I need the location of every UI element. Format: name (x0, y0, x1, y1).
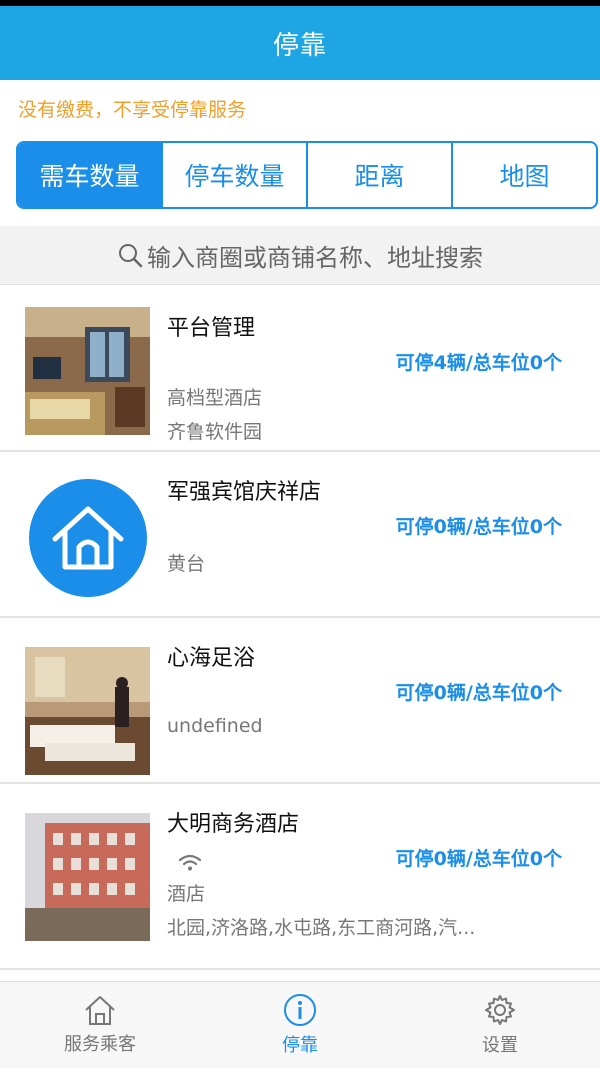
tab-distance[interactable]: 距离 (308, 143, 453, 207)
store-address: 齐鲁软件园 (167, 421, 263, 443)
spa-room-thumbnail (25, 647, 150, 775)
nav-service-passengers[interactable]: 服务乘客 (0, 982, 200, 1068)
hotel-room-thumbnail (25, 307, 150, 435)
nav-label: 停靠 (282, 1035, 318, 1056)
availability-text: 可停0辆/总车位0个 (395, 848, 562, 870)
nav-label: 服务乘客 (64, 1034, 136, 1055)
store-name: 平台管理 (167, 316, 256, 341)
home-icon (28, 479, 147, 597)
search-icon (119, 244, 143, 268)
availability-text: 可停0辆/总车位0个 (395, 682, 562, 704)
availability-text: 可停4辆/总车位0个 (395, 352, 562, 374)
list-item[interactable]: 心海足浴 可停0辆/总车位0个 undefined (0, 618, 600, 784)
payment-notice: 没有缴费，不享受停靠服务 (18, 99, 247, 121)
store-name: 军强宾馆庆祥店 (167, 480, 322, 505)
store-category: 酒店 (167, 883, 206, 905)
app-header: 停靠 (0, 6, 600, 80)
store-name: 大明商务酒店 (167, 812, 300, 837)
gear-icon (485, 995, 515, 1025)
hotel-building-thumbnail (25, 813, 150, 941)
tab-map[interactable]: 地图 (453, 143, 596, 207)
nav-dock[interactable]: 停靠 (200, 982, 400, 1068)
list-item[interactable]: 大明商务酒店 可停0辆/总车位0个 酒店 北园,济洛路,水屯路,东工商河路,汽.… (0, 784, 600, 970)
nav-settings[interactable]: 设置 (400, 982, 600, 1068)
store-name: 心海足浴 (167, 646, 256, 671)
list-item[interactable]: 平台管理 可停4辆/总车位0个 高档型酒店 齐鲁软件园 (0, 286, 600, 452)
nav-label: 设置 (482, 1035, 518, 1056)
availability-text: 可停0辆/总车位0个 (395, 516, 562, 538)
bottom-nav: 服务乘客 停靠 设置 (0, 981, 600, 1068)
store-address: undefined (167, 715, 263, 737)
sort-tabs: 需车数量 停车数量 距离 地图 (16, 141, 598, 209)
home-outline-icon (85, 996, 115, 1025)
store-address: 北园,济洛路,水屯路,东工商河路,汽... (167, 917, 476, 939)
info-icon (284, 994, 316, 1026)
store-category: 高档型酒店 (167, 387, 263, 409)
tab-demand-count[interactable]: 需车数量 (18, 143, 163, 207)
search-placeholder: 输入商圈或商铺名称、地址搜索 (147, 243, 483, 272)
page-title: 停靠 (272, 30, 327, 61)
store-placeholder (25, 474, 150, 602)
wifi-icon (178, 854, 202, 871)
tab-parking-count[interactable]: 停车数量 (163, 143, 308, 207)
store-address: 黄台 (167, 553, 206, 575)
search-input[interactable]: 输入商圈或商铺名称、地址搜索 (0, 226, 600, 285)
list-item[interactable]: 军强宾馆庆祥店 可停0辆/总车位0个 黄台 (0, 452, 600, 618)
